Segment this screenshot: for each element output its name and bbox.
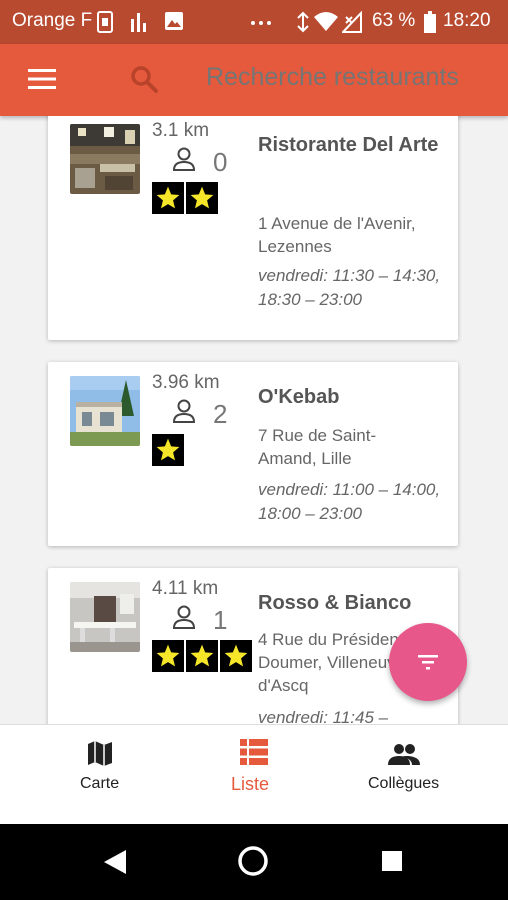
star-icon <box>152 434 184 466</box>
restaurant-card[interactable]: 3.96 km 2 O'Kebab 7 Rue de Saint-Amand, … <box>48 362 458 546</box>
people-icon <box>388 744 420 765</box>
nav-label-collegues: Collègues <box>368 775 440 792</box>
star-icon <box>220 640 252 672</box>
carrier-label: Orange F <box>12 10 93 31</box>
rating-stars <box>152 434 184 466</box>
data-usage-icon <box>131 13 146 32</box>
restaurant-hours: vendredi: 11:45 – <box>258 708 389 724</box>
recents-icon[interactable] <box>381 850 403 872</box>
distance-label: 3.96 km <box>152 372 220 393</box>
restaurant-hours: vendredi: 11:00 – 14:00, 18:00 – 23:00 <box>258 480 441 523</box>
vibrate-icon <box>297 11 309 33</box>
sim-icon <box>97 11 113 33</box>
clock: 18:20 <box>443 10 491 31</box>
search-icon[interactable] <box>128 63 160 95</box>
restaurant-name: Ristorante Del Arte <box>258 134 439 156</box>
restaurant-photo <box>70 376 140 446</box>
nav-item-collegues[interactable]: Collègues <box>354 725 454 825</box>
person-icon <box>172 399 196 423</box>
nav-label-carte: Carte <box>80 775 120 792</box>
list-icon <box>240 739 268 765</box>
signal-icon <box>342 11 362 33</box>
filter-button[interactable] <box>389 623 467 701</box>
map-icon <box>88 741 112 766</box>
gallery-icon <box>165 12 183 30</box>
restaurant-address: 1 Avenue de l'Avenir, Lezennes <box>258 214 416 256</box>
restaurant-name: O'Kebab <box>258 386 340 408</box>
star-icon <box>186 182 218 214</box>
nav-label-liste: Liste <box>231 774 270 794</box>
colleague-count: 0 <box>213 147 228 177</box>
nav-item-liste[interactable]: Liste <box>204 725 304 825</box>
person-icon <box>172 147 196 171</box>
restaurant-name: Rosso & Bianco <box>258 592 412 614</box>
app-bar <box>0 44 508 116</box>
star-icon <box>186 640 218 672</box>
rating-stars <box>152 640 252 672</box>
distance-label: 4.11 km <box>152 578 219 599</box>
more-notifications-icon <box>251 21 271 25</box>
restaurant-card[interactable]: 3.1 km 0 Ristorante Del Arte 1 Avenue de… <box>48 116 458 340</box>
battery-percent: 63 % <box>372 10 416 31</box>
search-input[interactable] <box>204 62 498 93</box>
filter-icon <box>418 655 438 670</box>
menu-icon[interactable] <box>28 67 56 91</box>
restaurant-photo <box>70 124 140 194</box>
distance-label: 3.1 km <box>152 120 210 141</box>
battery-icon <box>424 11 436 33</box>
nav-item-carte[interactable]: Carte <box>50 725 150 825</box>
status-bar: Orange F 63 % 18:20 <box>0 0 508 44</box>
star-icon <box>152 640 184 672</box>
restaurant-address: 7 Rue de Saint-Amand, Lille <box>258 426 377 468</box>
back-icon[interactable] <box>102 848 128 876</box>
star-icon <box>152 182 184 214</box>
colleague-count: 1 <box>213 605 228 635</box>
system-navigation-bar <box>0 824 508 900</box>
rating-stars <box>152 182 218 214</box>
restaurant-hours: vendredi: 11:30 – 14:30, 18:30 – 23:00 <box>258 266 441 309</box>
home-icon[interactable] <box>236 844 270 878</box>
colleague-count: 2 <box>213 399 228 429</box>
restaurant-photo <box>70 582 140 652</box>
wifi-icon <box>314 12 338 31</box>
app-screen: Orange F 63 % 18:20 Recherche restaurant… <box>0 0 508 900</box>
bottom-navigation: Carte Liste Collègues <box>0 724 508 825</box>
person-icon <box>172 605 196 629</box>
